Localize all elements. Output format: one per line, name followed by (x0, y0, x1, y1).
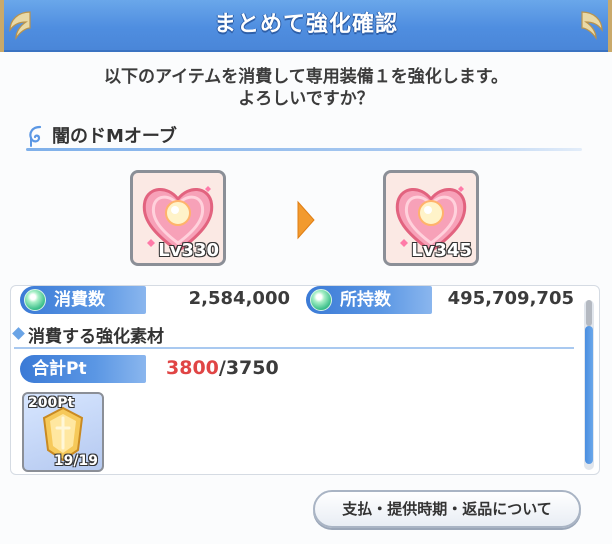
material-count: 19/19 (53, 453, 98, 469)
total-pt-current: 3800 (166, 357, 219, 379)
material-pt: 200Pt (28, 395, 75, 411)
payment-info-button[interactable]: 支払・提供時期・返品について (313, 490, 581, 528)
total-pt-value: 3800/3750 (166, 357, 279, 379)
item-name: 闇のドMオーブ (52, 126, 177, 147)
message-line-1: 以下のアイテムを消費して専用装備１を強化します。 (103, 67, 509, 87)
owned-label-pill: 所持数 (306, 286, 432, 314)
scrollbar-thumb[interactable] (585, 326, 593, 464)
curl-ornament-icon (29, 125, 42, 147)
dialog-title: まとめて強化確認 (213, 12, 398, 37)
mana-gem-icon (310, 289, 332, 311)
item-icon-before[interactable]: Lv330 (130, 170, 226, 266)
consume-label: 消費数 (54, 290, 105, 310)
material-item[interactable]: 200Pt 19/19 (22, 392, 104, 472)
arrow-right-icon (297, 200, 315, 240)
confirm-message: 以下のアイテムを消費して専用装備１を強化します。 よろしいですか？ (20, 66, 592, 110)
owned-label: 所持数 (340, 290, 391, 310)
total-pt-required: /3750 (218, 357, 279, 379)
materials-section-title: 消費する強化素材 (28, 327, 164, 347)
section-divider (14, 347, 574, 349)
owned-value: 495,709,705 (447, 288, 574, 309)
consume-value: 2,584,000 (188, 288, 290, 309)
total-pt-label-pill: 合計Pt (20, 355, 146, 383)
item-icon-after[interactable]: Lv345 (383, 170, 479, 266)
title-bar: まとめて強化確認 (0, 0, 612, 52)
message-line-2: よろしいですか？ (238, 89, 374, 109)
level-after: Lv345 (411, 240, 472, 261)
enhance-confirm-dialog: まとめて強化確認 以下のアイテムを消費して専用装備１を強化します。 よろしいです… (0, 0, 612, 544)
header-divider (26, 148, 582, 151)
level-before: Lv330 (158, 240, 219, 261)
item-header: 闇のドMオーブ (26, 120, 582, 152)
total-pt-label: 合計Pt (32, 359, 87, 379)
scrollbar-top-cap (586, 300, 592, 326)
mana-gem-icon (24, 289, 46, 311)
consume-label-pill: 消費数 (20, 286, 146, 314)
